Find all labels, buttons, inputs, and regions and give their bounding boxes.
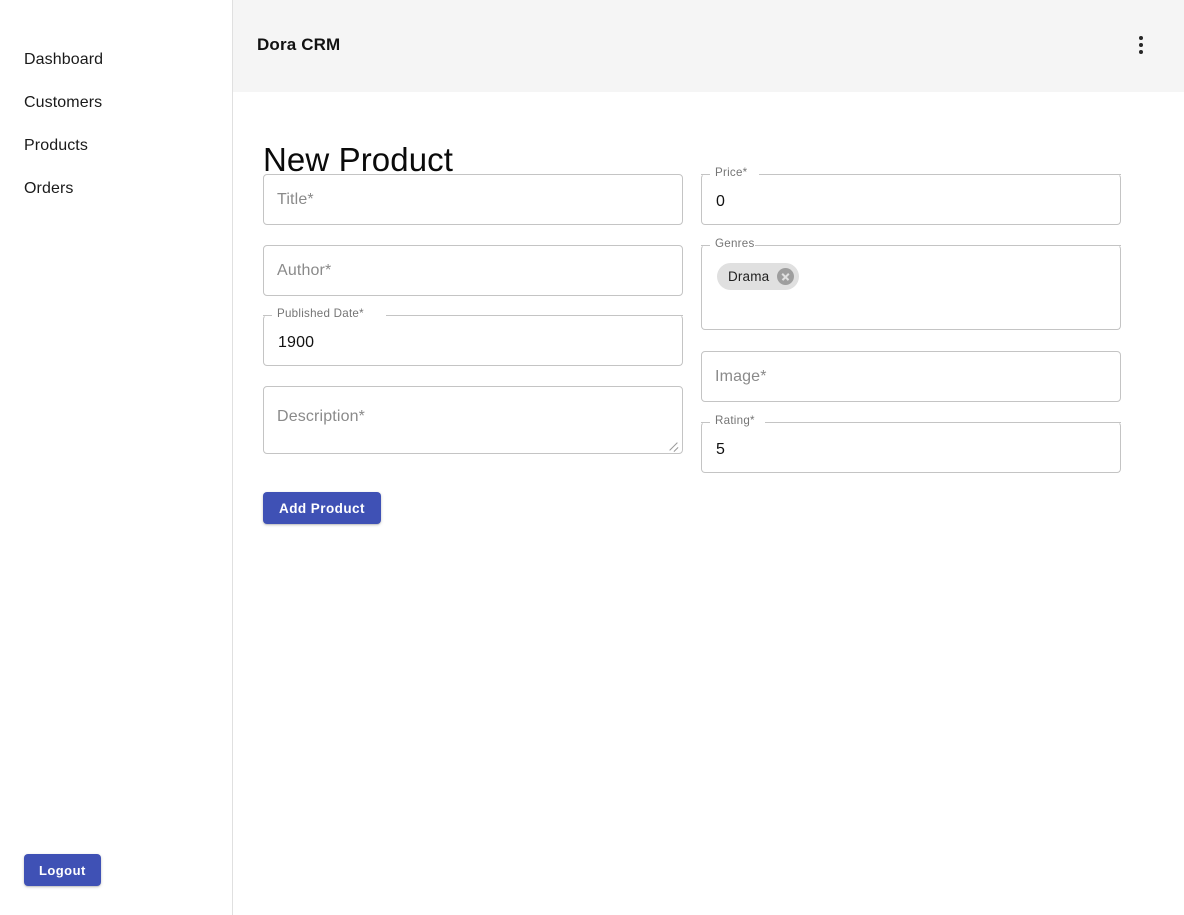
logout-button[interactable]: Logout [24,854,101,886]
resize-handle-icon[interactable] [666,438,679,451]
published-date-field[interactable]: Published Date* 1900 [263,307,683,366]
sidebar-item-products[interactable]: Products [0,124,233,167]
rating-field[interactable]: Rating* 5 [701,414,1121,473]
menu-dot [1139,36,1143,40]
add-product-button[interactable]: Add Product [263,492,381,524]
rating-input[interactable] [701,422,1121,473]
genres-field[interactable]: Genres Drama [701,237,1121,330]
genre-chip-label: Drama [728,269,770,284]
price-input[interactable] [701,174,1121,225]
sidebar: Dashboard Customers Products Orders Logo… [0,0,233,915]
sidebar-item-orders[interactable]: Orders [0,167,233,210]
published-date-input[interactable] [263,315,683,366]
menu-dot [1139,50,1143,54]
notch-left [701,245,710,246]
genres-field-label: Genres [715,237,755,250]
image-field[interactable]: Image* [701,351,1121,402]
genres-input[interactable] [701,293,1121,330]
more-vertical-icon[interactable] [1126,30,1156,60]
genre-chip-drama[interactable]: Drama [717,263,800,290]
cancel-circle-icon[interactable] [777,268,795,285]
sidebar-nav-list: Dashboard Customers Products Orders [0,38,233,210]
main-content: New Product Title* Author* Published Dat… [233,92,1184,915]
sidebar-item-dashboard[interactable]: Dashboard [0,38,233,81]
title-input[interactable] [263,174,683,225]
author-input[interactable] [263,245,683,296]
description-textarea[interactable] [263,386,683,454]
image-input[interactable] [701,351,1121,402]
sidebar-item-customers[interactable]: Customers [0,81,233,124]
title-field[interactable]: Title* [263,174,683,225]
app-header: Dora CRM [233,0,1184,92]
author-field[interactable]: Author* [263,245,683,296]
price-field[interactable]: Price* 0 [701,166,1121,225]
description-field[interactable]: Description* [263,386,683,454]
app-title: Dora CRM [257,35,341,54]
app-root: Dashboard Customers Products Orders Logo… [0,0,1184,915]
notch-right [755,245,1121,246]
menu-dot [1139,43,1143,47]
